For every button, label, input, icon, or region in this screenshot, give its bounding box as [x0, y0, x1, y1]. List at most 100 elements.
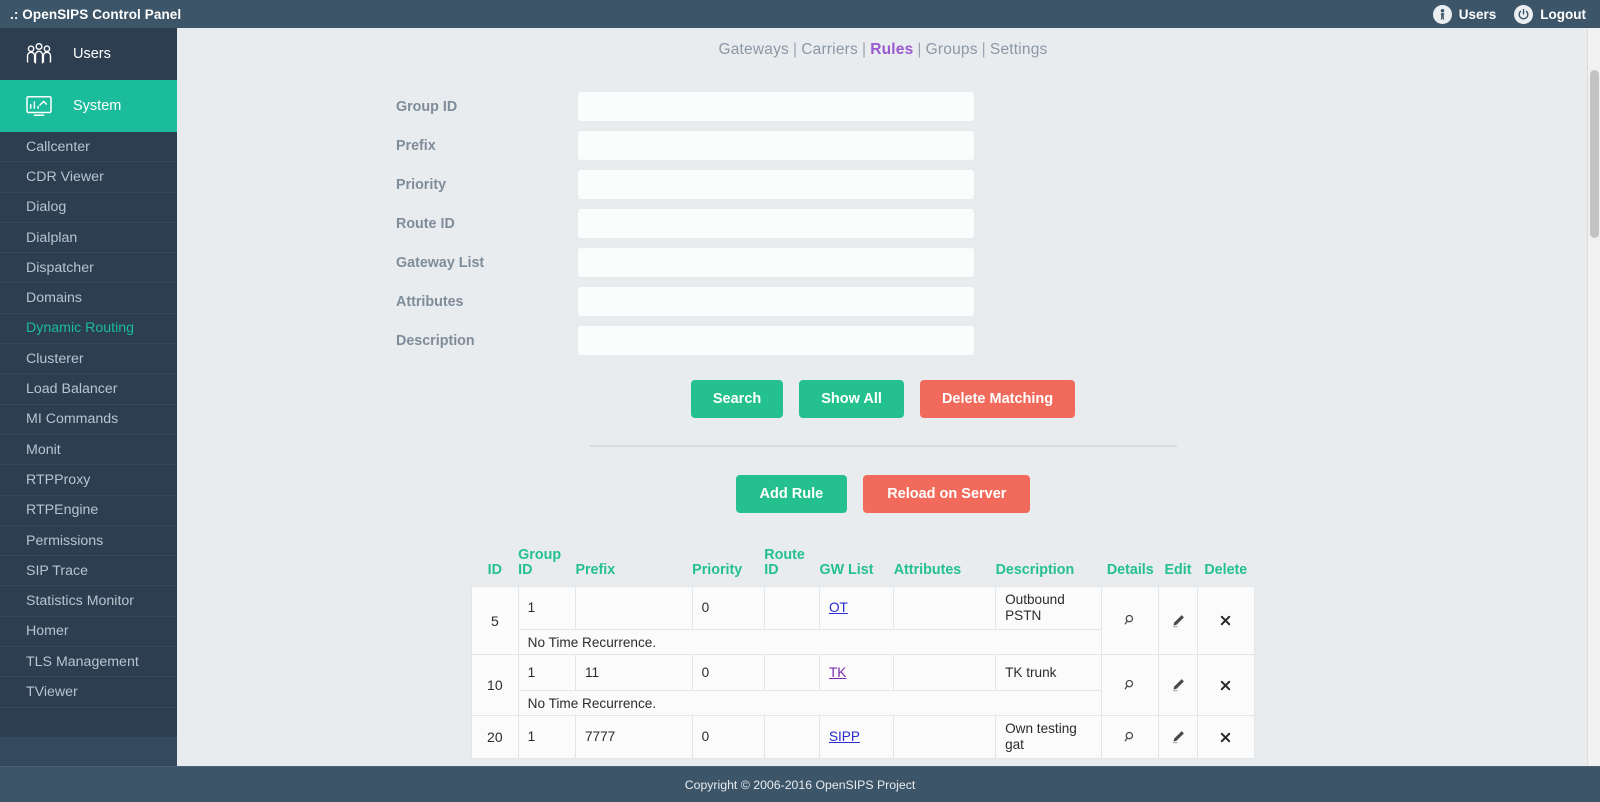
- tab-rules[interactable]: Rules: [870, 41, 913, 58]
- magnifier-icon[interactable]: [1117, 672, 1143, 698]
- cell-attributes: [893, 654, 997, 692]
- sidebar-item-callcenter[interactable]: Callcenter: [0, 132, 177, 163]
- cell-details: [1101, 585, 1160, 656]
- form-row-prefix: Prefix: [396, 126, 1589, 165]
- th-edit: Edit: [1164, 562, 1192, 578]
- th-prefix: Prefix: [575, 562, 616, 578]
- cell-time-recurrence: No Time Recurrence.: [517, 690, 1103, 717]
- sidebar-item-domains[interactable]: Domains: [0, 283, 177, 314]
- input-route-id[interactable]: [578, 209, 974, 238]
- sidebar-item-sip-trace[interactable]: SIP Trace: [0, 556, 177, 587]
- sidebar-item-label: TLS Management: [26, 653, 139, 670]
- input-attributes[interactable]: [578, 287, 974, 316]
- tab-settings[interactable]: Settings: [990, 41, 1048, 58]
- cell-edit: [1158, 654, 1198, 717]
- sidebar-item-dialplan[interactable]: Dialplan: [0, 222, 177, 254]
- tab-gateways[interactable]: Gateways: [718, 41, 789, 58]
- users-button[interactable]: Users: [1432, 4, 1496, 24]
- section-divider: [589, 445, 1177, 447]
- input-prefix[interactable]: [578, 131, 974, 160]
- sidebar-item-homer[interactable]: Homer: [0, 616, 177, 648]
- sidebar: Users System Callcenter CDR Viewer Dialog D…: [0, 28, 177, 802]
- pencil-icon[interactable]: [1165, 672, 1191, 698]
- sidebar-item-rtpproxy[interactable]: RTPProxy: [0, 465, 177, 496]
- sidebar-main-system[interactable]: System: [0, 80, 177, 132]
- sidebar-item-load-balancer[interactable]: Load Balancer: [0, 374, 177, 405]
- sidebar-item-label: CDR Viewer: [26, 168, 104, 185]
- input-priority[interactable]: [578, 170, 974, 199]
- gw-link[interactable]: SIPP: [829, 729, 860, 744]
- cell-attributes: [893, 585, 997, 631]
- sidebar-item-label: Dialplan: [26, 229, 78, 246]
- power-icon: [1514, 4, 1534, 24]
- sidebar-item-tls-management[interactable]: TLS Management: [0, 647, 177, 678]
- vertical-scrollbar[interactable]: [1587, 28, 1600, 766]
- sidebar-item-label: Homer: [26, 623, 69, 640]
- sidebar-item-statistics-monitor[interactable]: Statistics Monitor: [0, 586, 177, 617]
- gw-link[interactable]: TK: [829, 665, 846, 680]
- sidebar-item-label: SIP Trace: [26, 562, 89, 579]
- sidebar-item-label: MI Commands: [26, 411, 119, 428]
- sidebar-item-label: Statistics Monitor: [26, 593, 135, 610]
- table-row: 20 1 7777 0 SIPP Own testing gat: [471, 715, 1256, 760]
- show-all-button[interactable]: Show All: [799, 380, 904, 418]
- cell-delete: [1196, 654, 1256, 717]
- person-icon: [1432, 4, 1452, 24]
- input-gateway-list[interactable]: [578, 248, 974, 277]
- sidebar-filler-1: [0, 707, 177, 738]
- cell-gw-list: TK: [818, 654, 895, 692]
- sidebar-item-clusterer[interactable]: Clusterer: [0, 344, 177, 375]
- sidebar-item-label: TViewer: [26, 683, 78, 700]
- top-bar-actions: Users Logout: [1432, 4, 1600, 24]
- cross-icon[interactable]: [1213, 672, 1239, 698]
- cell-time-recurrence: No Time Recurrence.: [517, 629, 1103, 656]
- cell-description: Outbound PSTN: [995, 585, 1103, 631]
- cell-details: [1101, 715, 1160, 760]
- logout-button[interactable]: Logout: [1514, 4, 1586, 24]
- sidebar-filler-2: [0, 737, 177, 769]
- main-content: Gateways | Carriers | Rules | Groups | Settings …: [177, 28, 1589, 766]
- sidebar-item-dialog[interactable]: Dialog: [0, 192, 177, 223]
- magnifier-icon[interactable]: [1117, 724, 1143, 750]
- form-row-description: Description: [396, 321, 1589, 360]
- sidebar-item-rtpengine[interactable]: RTPEngine: [0, 495, 177, 526]
- cross-icon[interactable]: [1213, 608, 1239, 634]
- sidebar-item-dynamic-routing[interactable]: Dynamic Routing: [0, 313, 177, 345]
- th-delete: Delete: [1204, 562, 1248, 578]
- sidebar-main-users[interactable]: Users: [0, 28, 177, 80]
- sidebar-item-dispatcher[interactable]: Dispatcher: [0, 253, 177, 284]
- form-row-gateway-list: Gateway List: [396, 243, 1589, 282]
- delete-matching-button[interactable]: Delete Matching: [919, 380, 1076, 418]
- sidebar-item-cdr-viewer[interactable]: CDR Viewer: [0, 162, 177, 193]
- input-group-id[interactable]: [578, 92, 974, 121]
- logout-button-label: Logout: [1540, 6, 1586, 22]
- cross-icon[interactable]: [1213, 724, 1239, 750]
- sidebar-item-monit[interactable]: Monit: [0, 434, 177, 466]
- sidebar-main-users-label: Users: [73, 46, 111, 62]
- vertical-scrollbar-thumb[interactable]: [1590, 70, 1599, 238]
- sidebar-item-mi-commands[interactable]: MI Commands: [0, 404, 177, 435]
- cell-id: 5: [471, 585, 519, 656]
- tab-carriers[interactable]: Carriers: [801, 41, 858, 58]
- add-rule-button[interactable]: Add Rule: [735, 475, 848, 513]
- cell-description: TK trunk: [995, 654, 1103, 692]
- cell-gw-list: SIPP: [818, 715, 895, 760]
- gw-link[interactable]: OT: [829, 600, 848, 615]
- pencil-icon[interactable]: [1165, 608, 1191, 634]
- magnifier-icon[interactable]: [1117, 608, 1143, 634]
- input-description[interactable]: [578, 326, 974, 355]
- pencil-icon[interactable]: [1165, 724, 1191, 750]
- rules-table: ID Group ID Prefix Priority Route ID GW List A…: [471, 548, 1256, 760]
- cell-route-id: [763, 715, 820, 760]
- drouting-tabs: Gateways | Carriers | Rules | Groups | Settings: [177, 28, 1589, 59]
- sidebar-item-label: Clusterer: [26, 350, 84, 367]
- tab-groups[interactable]: Groups: [926, 41, 978, 58]
- footer: Copyright © 2006-2016 OpenSIPS Project: [0, 766, 1600, 802]
- sidebar-item-tviewer[interactable]: TViewer: [0, 677, 177, 708]
- cell-description: Own testing gat: [995, 715, 1103, 760]
- sidebar-item-permissions[interactable]: Permissions: [0, 525, 177, 557]
- cell-priority: 0: [691, 585, 765, 631]
- label-priority: Priority: [396, 176, 447, 193]
- search-button[interactable]: Search: [690, 380, 784, 418]
- reload-on-server-button[interactable]: Reload on Server: [863, 475, 1031, 513]
